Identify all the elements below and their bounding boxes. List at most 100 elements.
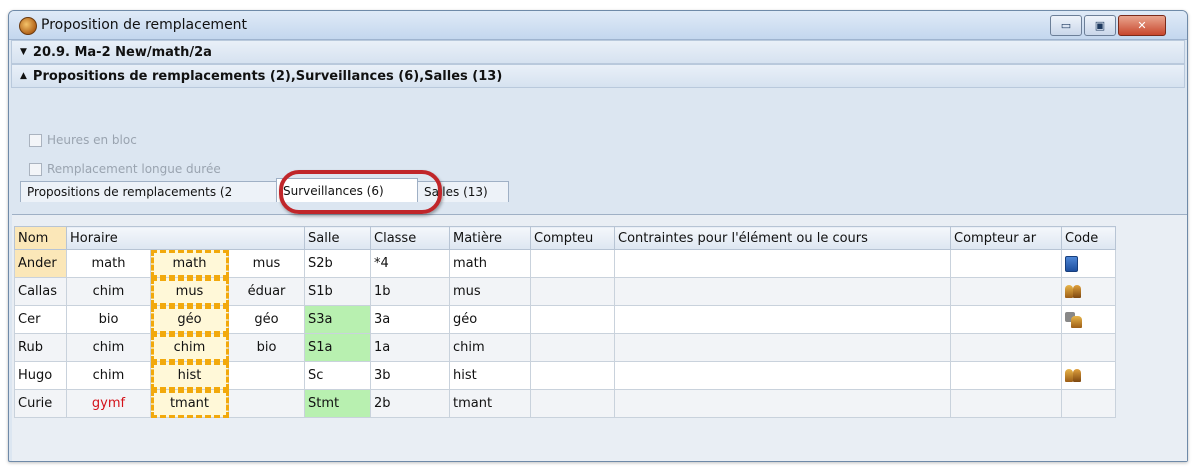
cell-salle: S1b <box>304 277 371 306</box>
tab-propositions[interactable]: Propositions de remplacements (2 <box>20 181 277 202</box>
col-header-horaire[interactable]: Horaire <box>66 226 305 250</box>
cell-horaire-current: chim <box>150 333 229 362</box>
cell-salle: Stmt <box>304 389 371 418</box>
col-header-compteur[interactable]: Compteu <box>530 226 615 250</box>
cell-code <box>1061 389 1116 418</box>
table-row[interactable]: Curie gymf tmant Stmt 2b tmant <box>14 389 1116 418</box>
cell-compteur-annuel <box>950 389 1062 418</box>
cell-classe: 1a <box>370 333 450 362</box>
col-header-compteur-annuel[interactable]: Compteur ar <box>950 226 1062 250</box>
cell-horaire-current: mus <box>150 277 229 306</box>
cell-horaire-prev: chim <box>66 361 151 390</box>
maximize-button[interactable]: ▣ <box>1084 15 1116 36</box>
cell-classe: 2b <box>370 389 450 418</box>
cell-compteur-annuel <box>950 333 1062 362</box>
cell-horaire-prev: chim <box>66 333 151 362</box>
cell-horaire-prev: gymf <box>66 389 151 418</box>
expanded-triangle-icon: ▲ <box>20 71 27 81</box>
tab-surveillances[interactable]: Surveillances (6) <box>276 178 418 202</box>
cell-code <box>1061 277 1116 306</box>
cell-horaire-current: math <box>150 249 229 278</box>
cell-nom[interactable]: Curie <box>14 389 67 418</box>
cell-code <box>1061 249 1116 278</box>
lesson-section-header[interactable]: ▼ 20.9. Ma-2 New/math/2a <box>11 40 1185 64</box>
cell-horaire-prev: bio <box>66 305 151 334</box>
cell-compteur-annuel <box>950 361 1062 390</box>
cell-matiere: mus <box>449 277 531 306</box>
cell-horaire-next: éduar <box>228 277 305 306</box>
cell-matiere: géo <box>449 305 531 334</box>
remplacement-longue-duree-checkbox[interactable] <box>29 162 42 176</box>
cell-salle: Sc <box>304 361 371 390</box>
col-header-salle[interactable]: Salle <box>304 226 371 250</box>
cell-code <box>1061 361 1116 390</box>
col-header-code[interactable]: Code <box>1061 226 1116 250</box>
cell-contraintes <box>614 305 951 334</box>
heures-en-bloc-option[interactable]: Heures en bloc <box>29 131 137 149</box>
clock-app-icon <box>19 17 37 35</box>
people-icon <box>1065 284 1083 299</box>
col-header-matiere[interactable]: Matière <box>449 226 531 250</box>
cell-compteur <box>530 333 615 362</box>
cell-nom[interactable]: Ander <box>14 249 67 278</box>
cell-compteur-annuel <box>950 305 1062 334</box>
cell-horaire-current: tmant <box>150 389 229 418</box>
tab-salles[interactable]: Salles (13) <box>417 181 509 202</box>
cell-classe: 1b <box>370 277 450 306</box>
heures-en-bloc-checkbox[interactable] <box>29 133 42 147</box>
table-header-row: Nom Horaire Salle Classe Matière Compteu… <box>14 226 1116 250</box>
cell-horaire-current: hist <box>150 361 229 390</box>
proposals-section-header[interactable]: ▲ Propositions de remplacements (2),Surv… <box>11 64 1185 88</box>
col-header-classe[interactable]: Classe <box>370 226 450 250</box>
heures-en-bloc-label: Heures en bloc <box>47 133 137 147</box>
cell-classe: 3a <box>370 305 450 334</box>
lesson-section-label: 20.9. Ma-2 New/math/2a <box>32 44 212 60</box>
table-row[interactable]: Hugo chim hist Sc 3b hist <box>14 361 1116 390</box>
table-row[interactable]: Cer bio géo géo S3a 3a géo <box>14 305 1116 334</box>
cell-code <box>1061 333 1116 362</box>
cell-nom[interactable]: Rub <box>14 333 67 362</box>
remplacement-longue-duree-option[interactable]: Remplacement longue durée <box>29 160 221 178</box>
cell-nom[interactable]: Cer <box>14 305 67 334</box>
cell-horaire-next: mus <box>228 249 305 278</box>
table-row[interactable]: Ander math math mus S2b *4 math <box>14 249 1116 278</box>
cell-contraintes <box>614 333 951 362</box>
cell-compteur <box>530 277 615 306</box>
cell-matiere: chim <box>449 333 531 362</box>
cell-code <box>1061 305 1116 334</box>
title-bar: Proposition de remplacement ▭ ▣ ✕ <box>9 11 1187 40</box>
cell-horaire-prev: chim <box>66 277 151 306</box>
cell-matiere: math <box>449 249 531 278</box>
cell-horaire-next: bio <box>228 333 305 362</box>
tab-strip: Propositions de remplacements (2 Surveil… <box>20 178 509 202</box>
teacher-room-icon <box>1065 311 1083 328</box>
cell-horaire-current: géo <box>150 305 229 334</box>
collapsed-triangle-icon: ▼ <box>20 47 27 57</box>
col-header-nom[interactable]: Nom <box>14 226 67 250</box>
minimize-button[interactable]: ▭ <box>1050 15 1082 36</box>
cell-compteur-annuel <box>950 277 1062 306</box>
cell-horaire-next: géo <box>228 305 305 334</box>
close-button[interactable]: ✕ <box>1118 15 1166 36</box>
cell-nom[interactable]: Hugo <box>14 361 67 390</box>
cell-contraintes <box>614 389 951 418</box>
cell-nom[interactable]: Callas <box>14 277 67 306</box>
cell-compteur <box>530 305 615 334</box>
book-icon <box>1065 255 1078 272</box>
cell-horaire-next <box>228 361 305 390</box>
cell-compteur <box>530 361 615 390</box>
col-header-contraintes[interactable]: Contraintes pour l'élément ou le cours <box>614 226 951 250</box>
cell-contraintes <box>614 249 951 278</box>
cell-matiere: tmant <box>449 389 531 418</box>
table-row[interactable]: Callas chim mus éduar S1b 1b mus <box>14 277 1116 306</box>
cell-matiere: hist <box>449 361 531 390</box>
cell-salle: S3a <box>304 305 371 334</box>
cell-salle: S2b <box>304 249 371 278</box>
cell-horaire-prev: math <box>66 249 151 278</box>
cell-contraintes <box>614 361 951 390</box>
cell-compteur <box>530 389 615 418</box>
people-icon <box>1065 368 1083 383</box>
window-title: Proposition de remplacement <box>41 17 248 33</box>
cell-compteur <box>530 249 615 278</box>
table-row[interactable]: Rub chim chim bio S1a 1a chim <box>14 333 1116 362</box>
